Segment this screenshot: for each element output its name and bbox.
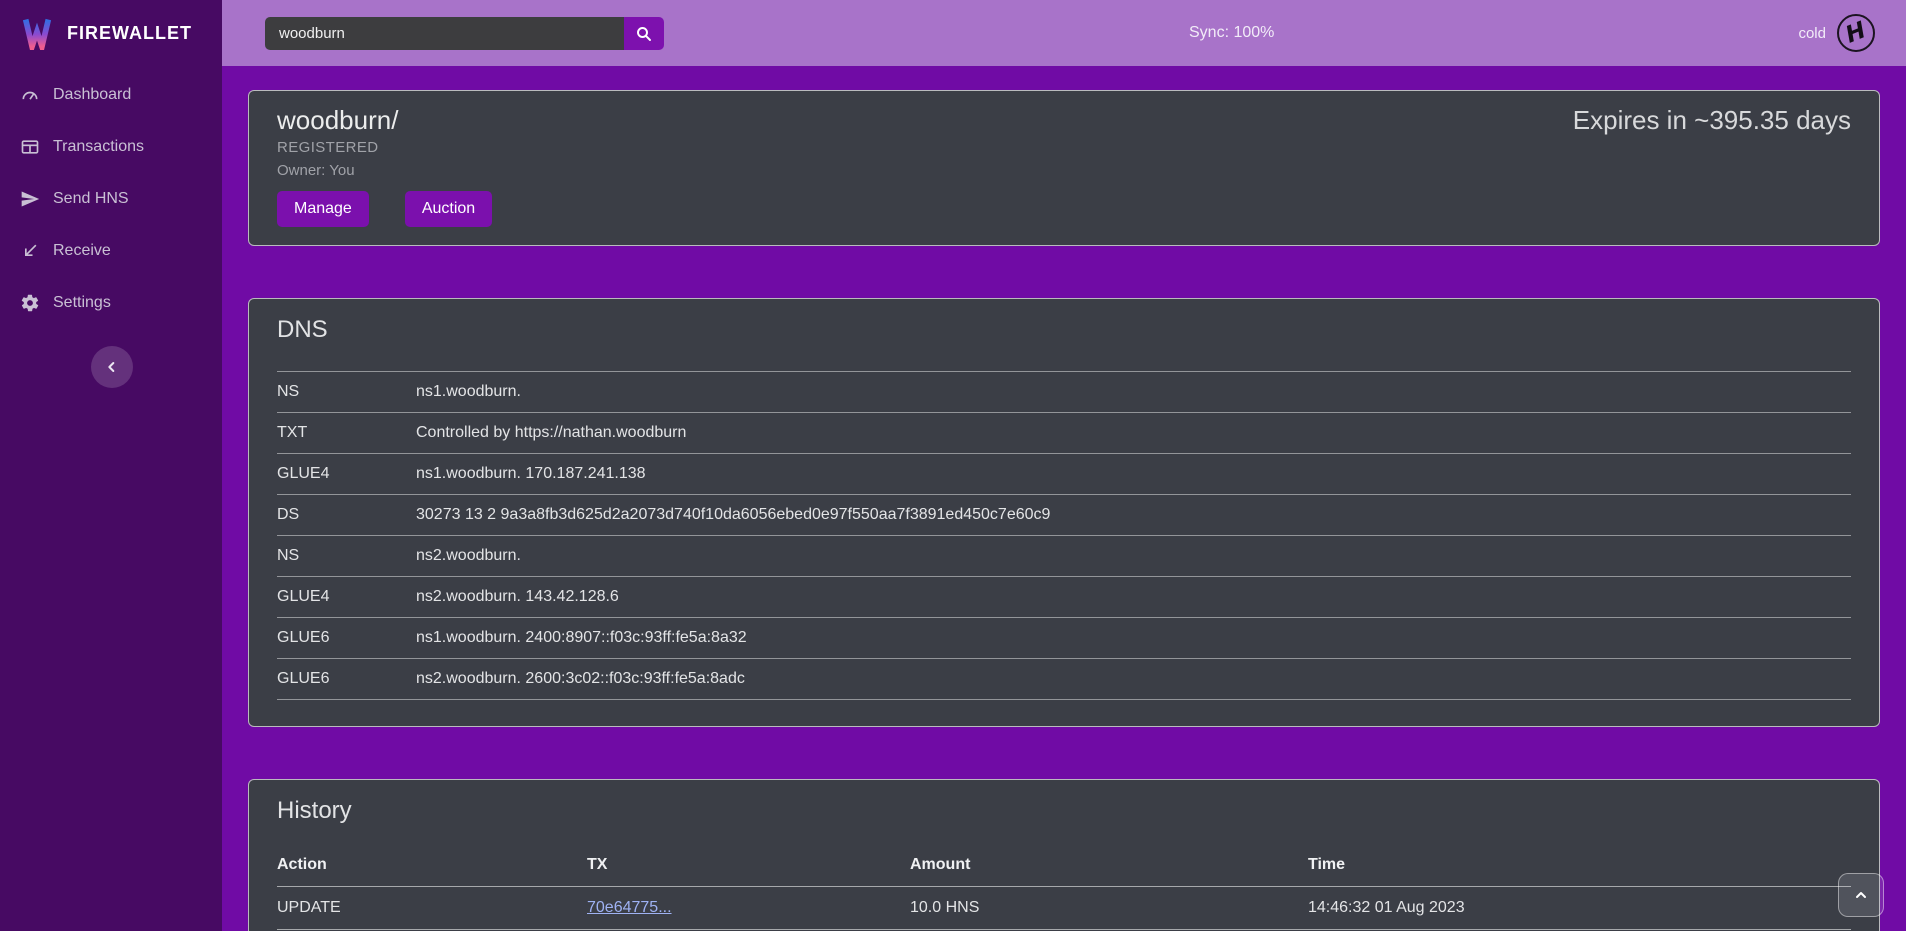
dns-record-value: ns1.woodburn. 170.187.241.138 <box>416 454 1851 495</box>
dns-record-type: TXT <box>277 413 416 454</box>
sidebar-item-label: Settings <box>53 294 111 312</box>
dns-record-row: GLUE4 ns2.woodburn. 143.42.128.6 <box>277 577 1851 618</box>
sidebar-item-label: Dashboard <box>53 86 131 104</box>
dns-record-type: NS <box>277 536 416 577</box>
history-col-action: Action <box>277 844 587 887</box>
dns-record-type: DS <box>277 495 416 536</box>
history-title: History <box>249 796 1879 826</box>
dns-record-row: TXT Controlled by https://nathan.woodbur… <box>277 413 1851 454</box>
sidebar-item-transactions[interactable]: Transactions <box>0 131 222 163</box>
brand: FIREWALLET <box>0 0 222 66</box>
history-col-amount: Amount <box>910 844 1308 887</box>
dashboard-icon <box>20 85 40 105</box>
dns-record-value: ns1.woodburn. <box>416 372 1851 413</box>
sync-status: Sync: 100% <box>1189 0 1274 66</box>
sidebar-menu: Dashboard Transactions Send HNS <box>0 66 222 319</box>
dns-record-row: DS 30273 13 2 9a3a8fb3d625d2a2073d740f10… <box>277 495 1851 536</box>
gear-icon <box>20 293 40 313</box>
handshake-hns-icon[interactable]: H <box>1837 14 1875 52</box>
history-col-tx: TX <box>587 844 910 887</box>
dns-table: NS ns1.woodburn. TXT Controlled by https… <box>277 371 1851 700</box>
dns-record-type: GLUE6 <box>277 659 416 700</box>
transactions-icon <box>20 137 40 157</box>
dns-record-row: GLUE6 ns1.woodburn. 2400:8907::f03c:93ff… <box>277 618 1851 659</box>
history-header-row: Action TX Amount Time <box>277 844 1851 887</box>
sidebar: FIREWALLET Dashboard Transactions <box>0 0 222 931</box>
search-group <box>265 17 664 50</box>
dns-record-row: GLUE6 ns2.woodburn. 2600:3c02::f03c:93ff… <box>277 659 1851 700</box>
dns-card: DNS NS ns1.woodburn. TXT Controlled by h… <box>248 298 1880 727</box>
dns-record-row: GLUE4 ns1.woodburn. 170.187.241.138 <box>277 454 1851 495</box>
history-col-time: Time <box>1308 844 1851 887</box>
firewallet-logo-icon <box>20 16 54 50</box>
dns-record-value: ns2.woodburn. 2600:3c02::f03c:93ff:fe5a:… <box>416 659 1851 700</box>
manage-button[interactable]: Manage <box>277 191 369 227</box>
dns-record-value: ns2.woodburn. <box>416 536 1851 577</box>
domain-status: REGISTERED <box>277 139 1851 156</box>
dns-record-value: ns1.woodburn. 2400:8907::f03c:93ff:fe5a:… <box>416 618 1851 659</box>
send-icon <box>20 189 40 209</box>
dns-record-value: 30273 13 2 9a3a8fb3d625d2a2073d740f10da6… <box>416 495 1851 536</box>
domain-owner: Owner: You <box>277 162 1851 179</box>
dns-record-row: NS ns1.woodburn. <box>277 372 1851 413</box>
dns-record-row: NS ns2.woodburn. <box>277 536 1851 577</box>
domain-card: woodburn/ Expires in ~395.35 days REGIST… <box>248 90 1880 246</box>
sidebar-item-label: Send HNS <box>53 190 129 208</box>
domain-expiry: Expires in ~395.35 days <box>1573 103 1851 137</box>
history-amount-cell: 10.0 HNS <box>910 887 1308 930</box>
auction-button[interactable]: Auction <box>405 191 492 227</box>
receive-arrow-icon <box>20 241 40 261</box>
wallet-mode-label: cold <box>1798 25 1826 42</box>
chevron-up-icon <box>1853 887 1869 903</box>
domain-name: woodburn/ <box>277 103 398 137</box>
brand-name: FIREWALLET <box>67 23 192 44</box>
wallet-status-group: cold H <box>1798 0 1875 66</box>
sidebar-item-label: Transactions <box>53 138 144 156</box>
dns-record-type: GLUE4 <box>277 577 416 618</box>
search-input[interactable] <box>265 17 624 50</box>
sidebar-item-send-hns[interactable]: Send HNS <box>0 183 222 215</box>
history-card: History Action TX Amount Time UPDATE 70e… <box>248 779 1880 931</box>
chevron-left-icon <box>104 359 120 375</box>
history-time-cell: 14:46:32 01 Aug 2023 <box>1308 887 1851 930</box>
dns-title: DNS <box>249 315 1879 345</box>
search-button[interactable] <box>624 17 664 50</box>
sidebar-item-settings[interactable]: Settings <box>0 287 222 319</box>
top-navbar: Sync: 100% cold H <box>222 0 1906 66</box>
sidebar-item-label: Receive <box>53 242 111 260</box>
main-content: woodburn/ Expires in ~395.35 days REGIST… <box>222 66 1906 931</box>
sidebar-collapse-button[interactable] <box>91 346 133 388</box>
dns-record-type: GLUE4 <box>277 454 416 495</box>
dns-record-type: NS <box>277 372 416 413</box>
dns-record-type: GLUE6 <box>277 618 416 659</box>
tx-link[interactable]: 70e64775... <box>587 899 672 916</box>
dns-record-value: Controlled by https://nathan.woodburn <box>416 413 1851 454</box>
history-action-cell: UPDATE <box>277 887 587 930</box>
sidebar-item-dashboard[interactable]: Dashboard <box>0 79 222 111</box>
scroll-to-top-button[interactable] <box>1838 873 1884 917</box>
dns-record-value: ns2.woodburn. 143.42.128.6 <box>416 577 1851 618</box>
handshake-h-glyph: H <box>1845 18 1867 48</box>
history-row: UPDATE 70e64775... 10.0 HNS 14:46:32 01 … <box>277 887 1851 930</box>
sidebar-item-receive[interactable]: Receive <box>0 235 222 267</box>
search-icon <box>635 25 653 43</box>
history-table: Action TX Amount Time UPDATE 70e64775...… <box>277 844 1851 931</box>
